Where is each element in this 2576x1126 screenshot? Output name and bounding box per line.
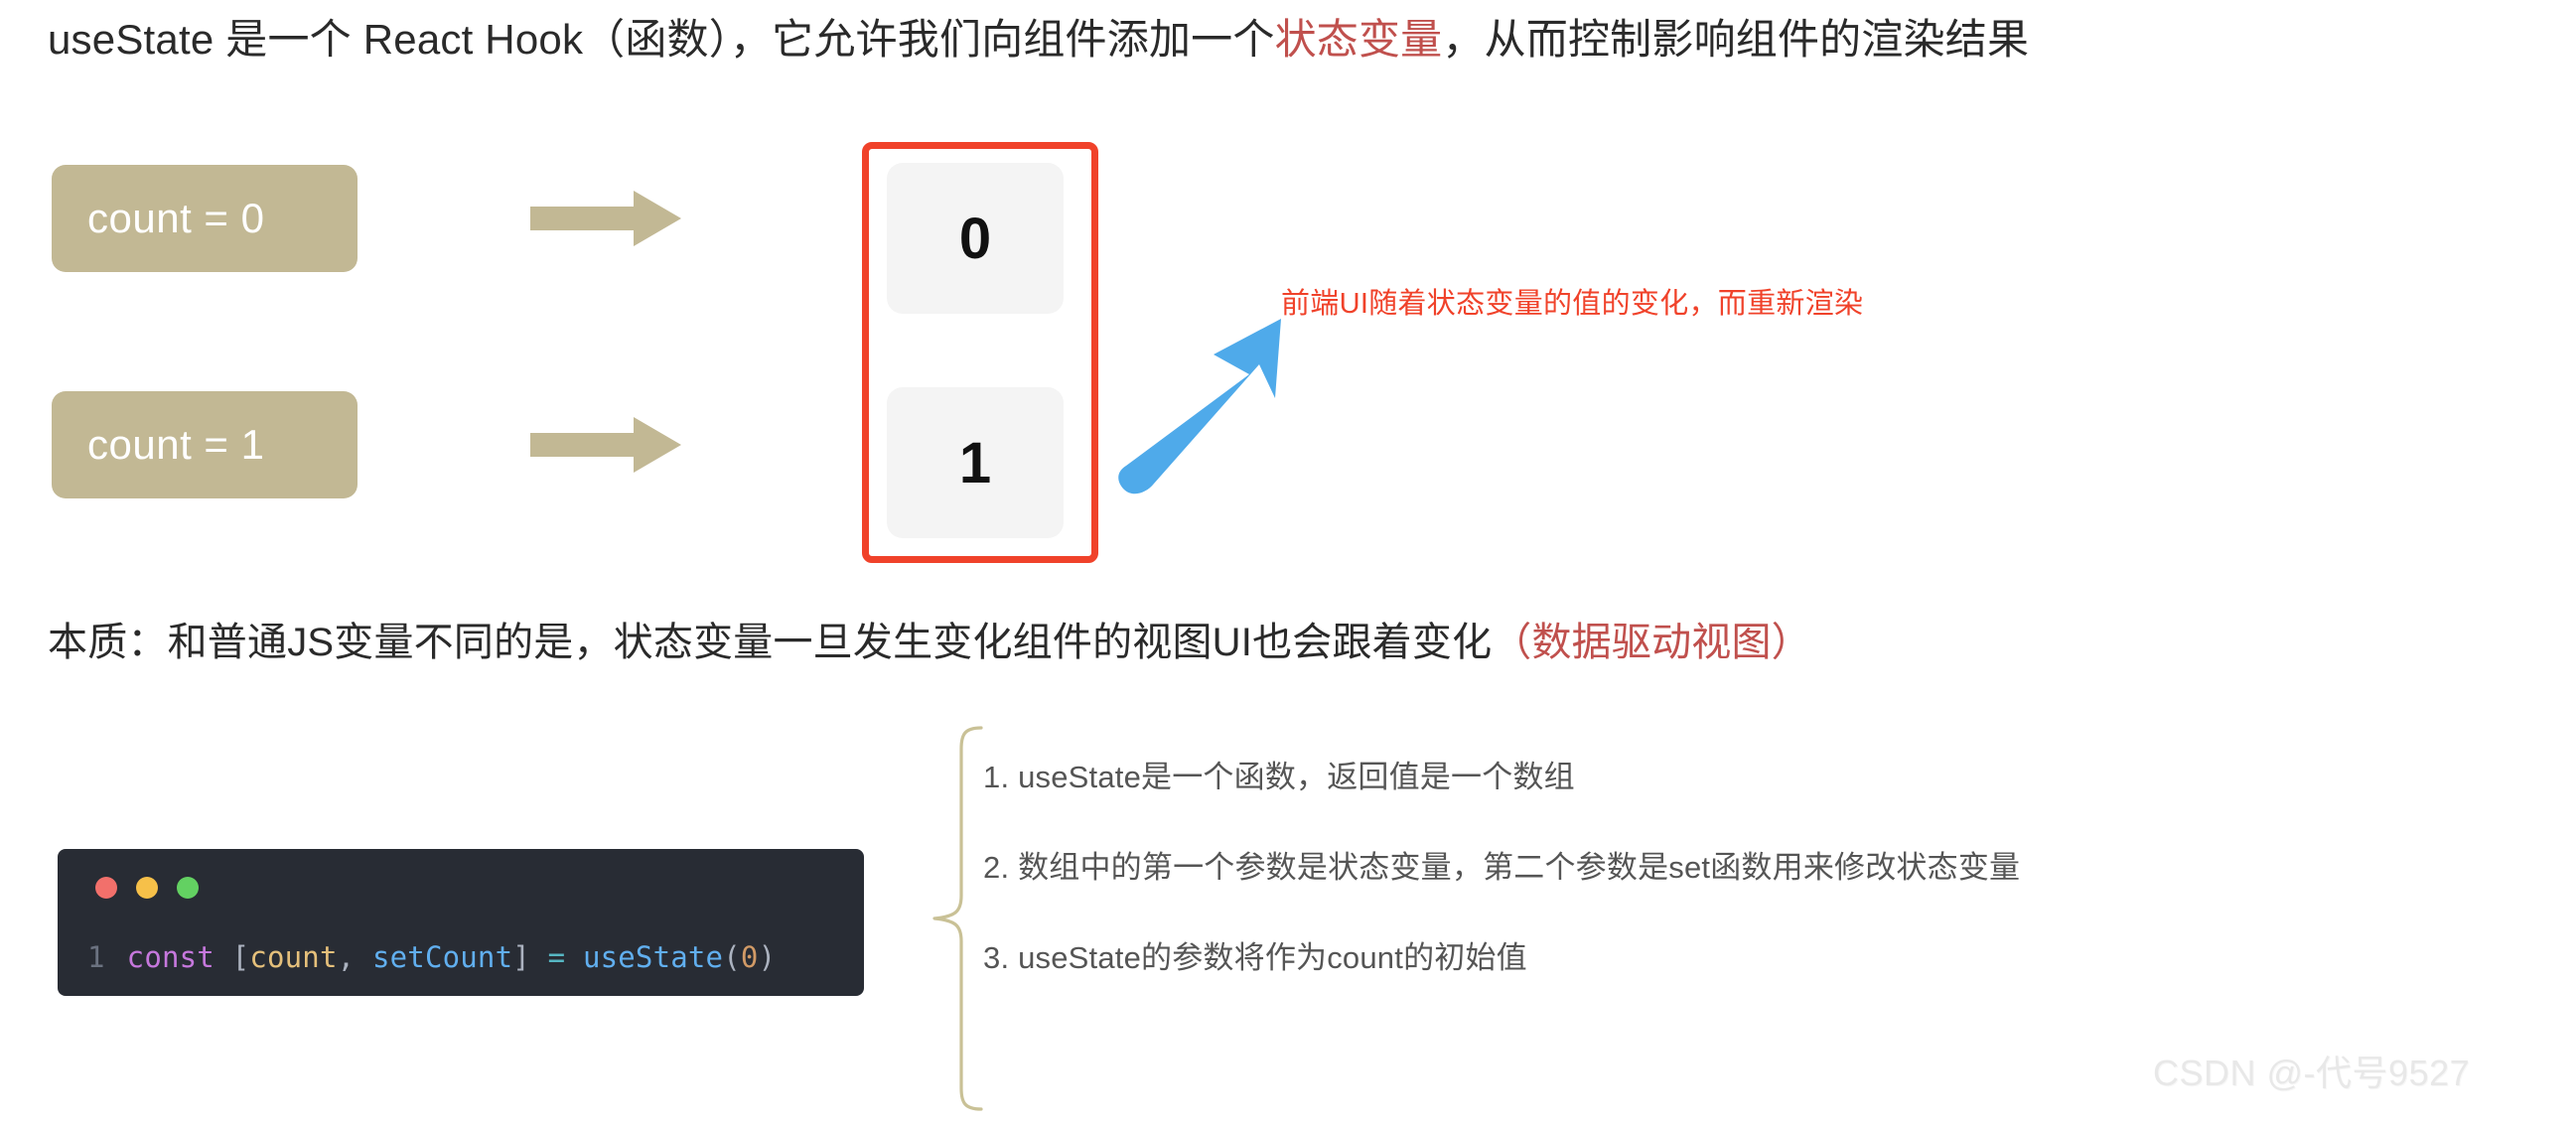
right-arrow-icon [530,191,681,246]
minimize-dot-icon [136,877,158,899]
code-token-usestate: useState [582,940,724,974]
ui-counter-value: 0 [958,206,992,271]
essence-statement: 本质：和普通JS变量不同的是，状态变量一旦发生变化组件的视图UI也会跟着变化（数… [48,616,1811,669]
state-box-count-0: count = 0 [52,165,358,272]
watermark: CSDN @-代号9527 [2153,1053,2471,1093]
essence-text: 本质：和普通JS变量不同的是，状态变量一旦发生变化组件的视图UI也会跟着变化 [48,621,1493,664]
close-dot-icon [95,877,117,899]
code-token-paren-open: ( [723,940,741,974]
headline-highlight: 状态变量 [1274,16,1443,63]
ui-counter-value: 1 [958,430,992,495]
essence-highlight: （数据驱动视图） [1492,621,1811,664]
list-item: 1. useState是一个函数，返回值是一个数组 [983,760,1575,794]
code-token-const: const [126,940,215,974]
code-token-count: count [249,940,338,974]
ui-counter-cell-second[interactable]: 1 [887,387,1064,538]
state-box-label: count = 0 [87,195,265,241]
right-arrow-icon [530,417,681,473]
left-curly-brace-icon [932,726,983,1111]
code-token-comma: , [337,940,372,974]
code-snippet-card: 1 const [count, setCount] = useState(0) [58,849,864,996]
code-line: 1 const [count, setCount] = useState(0) [87,940,776,974]
ui-counter-cell-first[interactable]: 0 [887,163,1064,314]
code-token-bracket-open: [ [231,940,250,974]
code-token-paren-close: ) [758,940,777,974]
page-title: useState 是一个 React Hook（函数），它允许我们向组件添加一个… [48,12,2029,68]
code-token-setcount: setCount [371,940,513,974]
code-token-zero: 0 [740,940,759,974]
window-control-dots [95,877,199,899]
list-item: 3. useState的参数将作为count的初始值 [983,940,1527,975]
state-box-label: count = 1 [87,421,265,468]
code-line-number: 1 [87,940,105,974]
notes-list: 1. useState是一个函数，返回值是一个数组 2. 数组中的第一个参数是状… [983,757,2532,979]
maximize-dot-icon [177,877,199,899]
state-box-count-1: count = 1 [52,391,358,498]
code-token-equals: = [547,940,566,974]
ui-render-annotation: 前端UI随着状态变量的值的变化，而重新渲染 [1281,288,1864,320]
headline-text-part2: ，从而控制影响组件的渲染结果 [1442,16,2030,63]
blue-diagonal-arrow-icon [1118,319,1281,494]
code-token-bracket-close: ] [512,940,530,974]
ui-preview-panel: 0 1 [862,142,1098,563]
list-item: 2. 数组中的第一个参数是状态变量，第二个参数是set函数用来修改状态变量 [983,850,2021,885]
headline-text-part1: useState 是一个 React Hook（函数），它允许我们向组件添加一个 [48,16,1275,63]
